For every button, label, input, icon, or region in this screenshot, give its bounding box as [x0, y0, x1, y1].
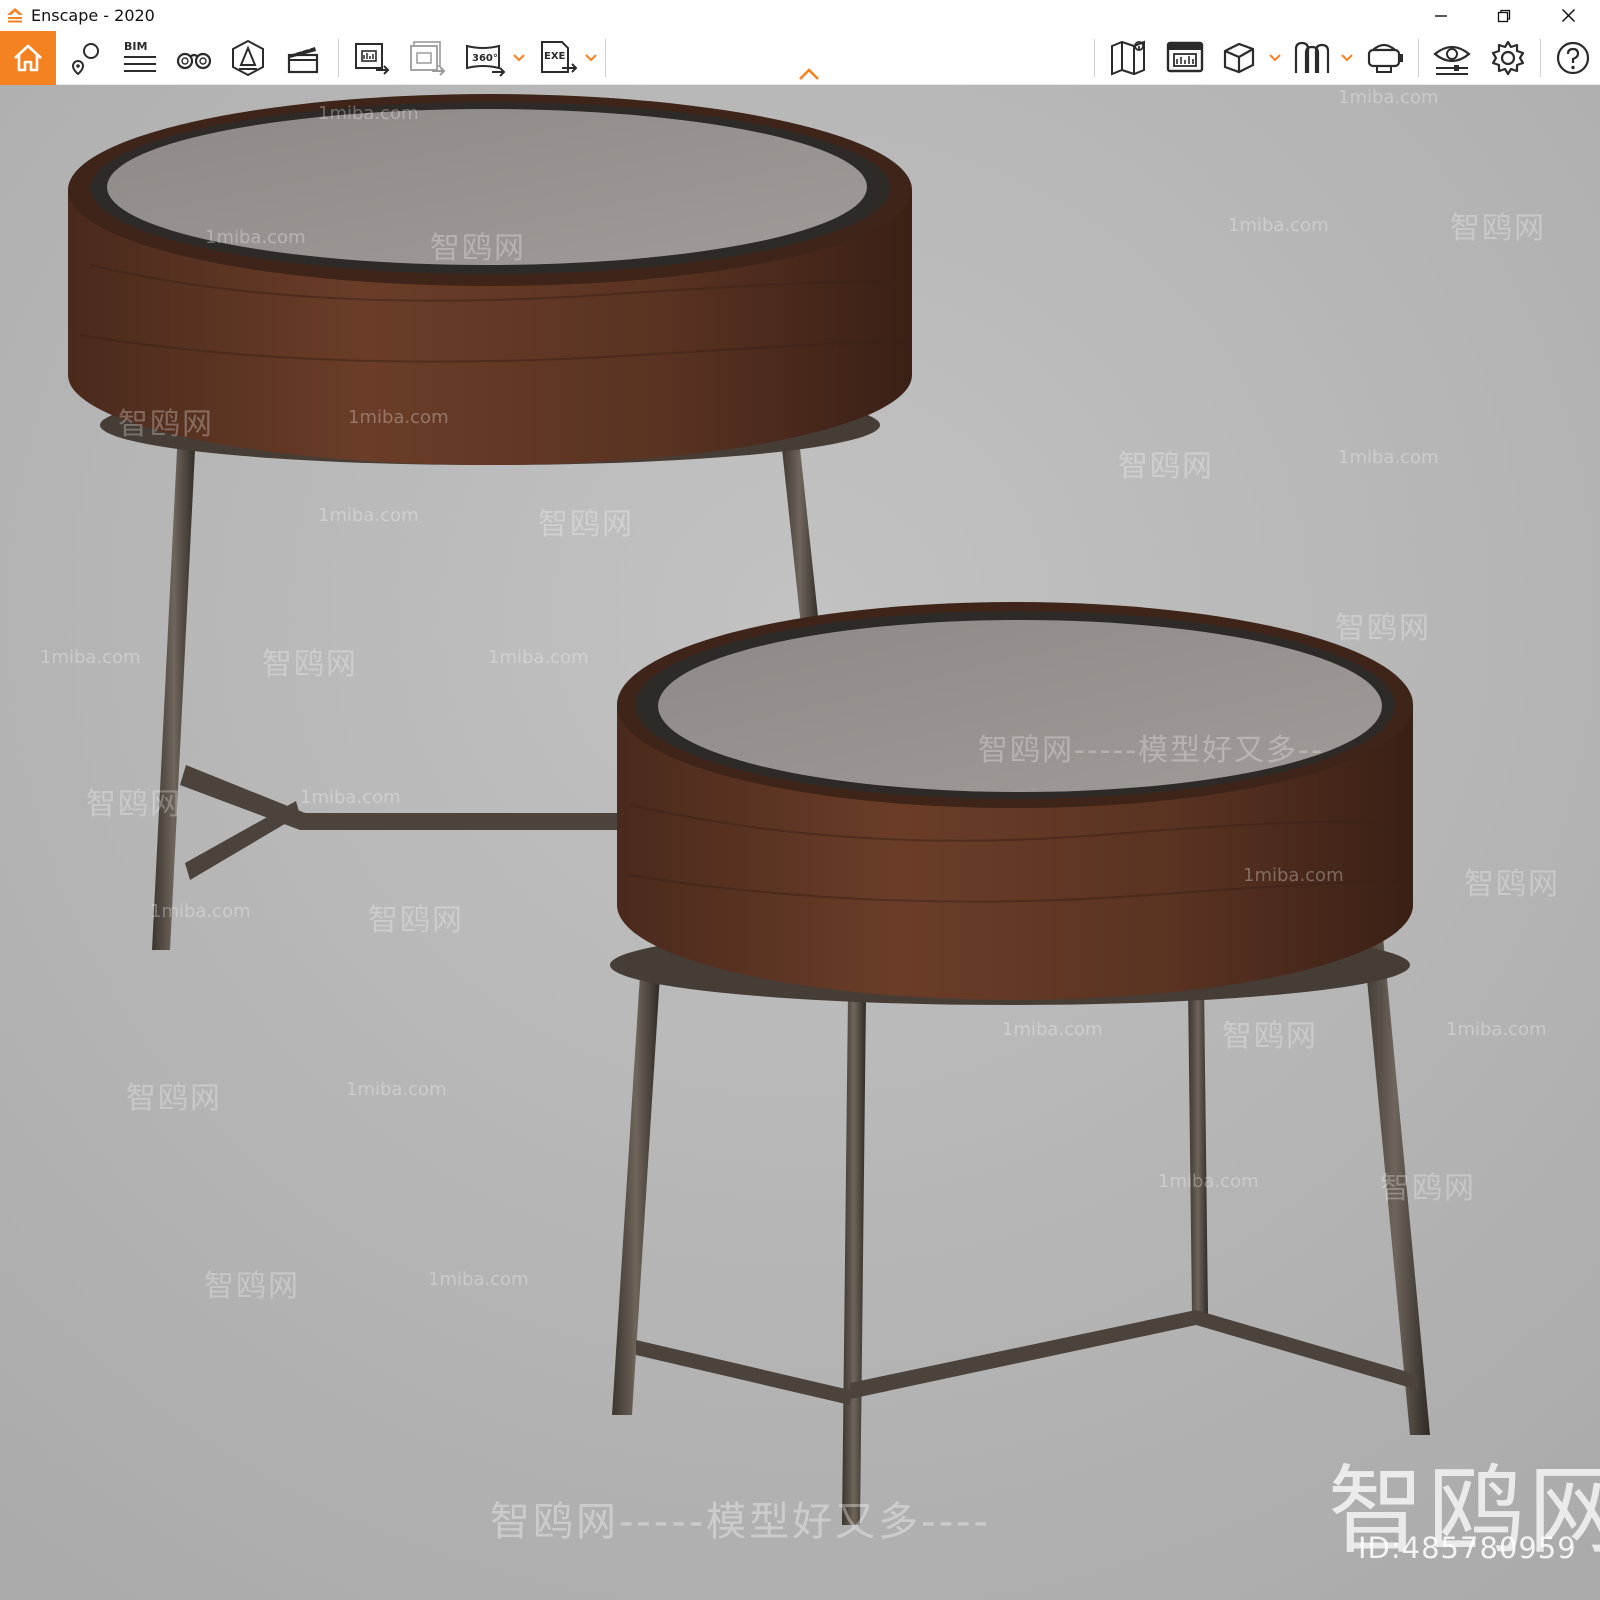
window-title: Enscape - 2020	[31, 6, 155, 25]
toolbar-separator	[1540, 39, 1541, 77]
panorama-dropdown[interactable]	[512, 31, 526, 85]
material-editor-dropdown[interactable]	[1268, 31, 1282, 85]
chevron-down-icon	[585, 54, 597, 62]
restore-icon	[1497, 9, 1511, 22]
close-button[interactable]	[1545, 0, 1591, 31]
map-icon	[1111, 40, 1145, 76]
binoculars-button[interactable]	[168, 31, 220, 85]
watermark-id: ID:485780959	[1358, 1531, 1577, 1565]
toolbar-separator	[1418, 39, 1419, 77]
toolbar-separator	[605, 39, 606, 77]
cube-icon	[1223, 42, 1255, 74]
gear-icon	[1491, 40, 1525, 76]
svg-text:BIM: BIM	[124, 40, 147, 53]
visual-settings-button[interactable]	[1425, 31, 1479, 85]
asset-library-button[interactable]	[1158, 31, 1212, 85]
eye-settings-icon	[1433, 45, 1471, 75]
export-exe-dropdown[interactable]	[584, 31, 598, 85]
vr-headset-icon	[1367, 43, 1403, 73]
batch-render-icon	[410, 41, 446, 76]
render-viewport[interactable]: 1miba.com 1miba.com 智鸥网 1miba.com 智鸥网 1m…	[0, 85, 1600, 1600]
views-button[interactable]	[60, 31, 112, 85]
render-image-icon	[355, 43, 390, 75]
bim-button[interactable]: BIM	[114, 31, 166, 85]
svg-text:360°: 360°	[472, 53, 498, 64]
toolbar-separator	[1094, 39, 1095, 77]
binoculars-icon	[176, 52, 212, 70]
svg-text:EXE: EXE	[544, 51, 566, 62]
bim-icon: BIM	[124, 40, 156, 72]
help-button[interactable]	[1546, 31, 1600, 85]
batch-render-button[interactable]	[401, 31, 455, 85]
settings-button[interactable]	[1481, 31, 1535, 85]
clapper-icon	[287, 45, 319, 74]
export-exe-button[interactable]: EXE	[533, 31, 583, 85]
enscape-logo-icon	[7, 7, 23, 22]
video-editor-button[interactable]	[276, 31, 330, 85]
restore-button[interactable]	[1481, 0, 1527, 31]
material-editor-button[interactable]	[1214, 31, 1264, 85]
composite-icon	[1294, 41, 1330, 73]
map-button[interactable]	[1102, 31, 1156, 85]
render-image-button[interactable]	[345, 31, 399, 85]
rendered-scene	[0, 85, 1600, 1600]
minimize-icon	[1435, 14, 1447, 17]
enscape-window: Enscape - 2020 BIM 360° EXE 1miba.com 1m…	[0, 0, 1600, 1600]
title-bar: Enscape - 2020	[0, 0, 1600, 31]
collapse-toolbar-button[interactable]	[796, 65, 822, 83]
chevron-down-icon	[1341, 54, 1353, 62]
vr-headset-button[interactable]	[1358, 31, 1412, 85]
toolbar: BIM 360° EXE	[0, 31, 1600, 85]
close-icon	[1561, 8, 1575, 23]
atmosphere-button[interactable]	[222, 31, 274, 85]
composite-dropdown[interactable]	[1340, 31, 1354, 85]
minimize-button[interactable]	[1418, 0, 1464, 31]
home-button[interactable]	[0, 31, 56, 85]
toolbar-separator	[338, 39, 339, 77]
chevron-down-icon	[513, 54, 525, 62]
composite-button[interactable]	[1286, 31, 1336, 85]
exe-export-icon: EXE	[541, 41, 578, 73]
panorama-button[interactable]: 360°	[459, 31, 511, 85]
asset-library-icon	[1166, 41, 1204, 73]
home-icon	[14, 44, 42, 72]
atmosphere-icon	[232, 39, 264, 77]
views-icon	[71, 43, 99, 76]
help-icon	[1556, 41, 1590, 75]
watermark-slogan: 智鸥网-----模型好又多----	[490, 1499, 991, 1545]
panorama-icon: 360°	[466, 44, 506, 77]
chevron-up-icon	[799, 68, 819, 80]
chevron-down-icon	[1269, 54, 1281, 62]
